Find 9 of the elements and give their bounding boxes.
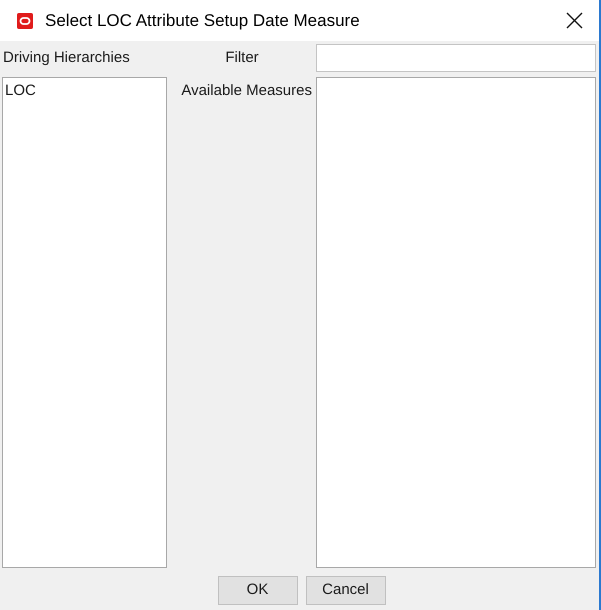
cancel-button[interactable]: Cancel xyxy=(306,576,386,605)
available-measures-label: Available Measures xyxy=(181,81,312,100)
window-title: Select LOC Attribute Setup Date Measure xyxy=(45,10,360,32)
ok-button[interactable]: OK xyxy=(218,576,298,605)
filter-label: Filter xyxy=(225,48,259,68)
filter-field[interactable] xyxy=(316,44,596,72)
close-icon xyxy=(566,12,582,29)
driving-hierarchies-label: Driving Hierarchies xyxy=(3,48,130,68)
app-logo-icon xyxy=(17,12,33,28)
